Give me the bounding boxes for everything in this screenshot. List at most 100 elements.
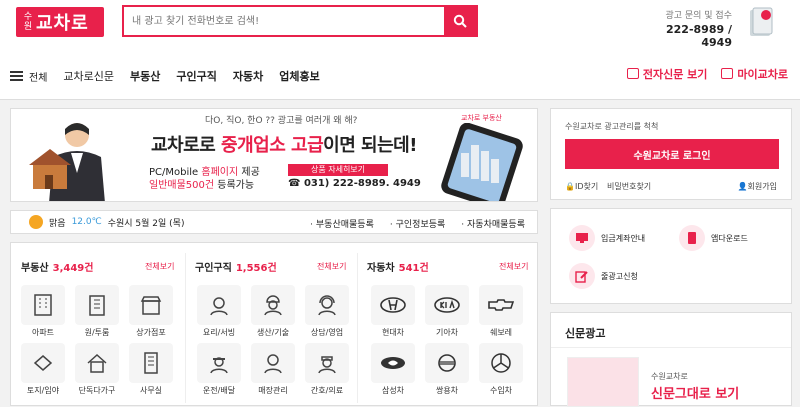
jobs-section: 구인구직 1,556건 전체보기 요리/서빙 생산/기술 상담/영업 운전/배달 … bbox=[185, 243, 357, 407]
banner-question: 다O, 직O, 한O ?? 광고를 여러개 왜 해? bbox=[205, 116, 358, 126]
delivery-tile[interactable] bbox=[197, 343, 241, 383]
tile-label: 생산/기술 bbox=[256, 328, 290, 337]
lock-icon: 🔒 bbox=[565, 182, 575, 191]
tile-label: 사무실 bbox=[139, 386, 163, 395]
nav-cars[interactable]: 자동차 bbox=[233, 68, 263, 84]
benz-logo-icon bbox=[491, 353, 511, 373]
search-button[interactable] bbox=[444, 7, 476, 35]
account-info-link[interactable]: 입금계좌안내 bbox=[569, 225, 645, 251]
logo-text: 교차로 bbox=[36, 13, 89, 34]
store-manager-tile[interactable] bbox=[251, 343, 295, 383]
sales-tile[interactable] bbox=[305, 285, 349, 325]
signup-link[interactable]: 👤회원가입 bbox=[738, 181, 777, 192]
newspaper-thumbnail[interactable] bbox=[567, 357, 639, 407]
my-icon bbox=[721, 68, 734, 79]
realestate-section: 부동산 3,449건 전체보기 아파트 원/투룸 상가점포 토지/임야 단독다가구… bbox=[11, 243, 185, 407]
smartphone-icon bbox=[679, 225, 705, 251]
nurse-tile[interactable] bbox=[305, 343, 349, 383]
logo[interactable]: 수원 교차로 bbox=[16, 7, 104, 37]
main-nav: 전체 교차로신문 부동산 구인구직 자동차 업체홍보 bbox=[0, 66, 320, 86]
weather-temp: 12.0℃ bbox=[71, 217, 102, 227]
office-tile[interactable] bbox=[129, 343, 173, 383]
ssangyong-tile[interactable] bbox=[425, 343, 469, 383]
land-tile[interactable] bbox=[21, 343, 65, 383]
service-box: 입금계좌안내 앱다운로드 줄광고신청 bbox=[550, 208, 792, 304]
my-link[interactable]: 마이교차로 bbox=[721, 66, 788, 82]
newspaper-small-label: 수원교차로 bbox=[651, 372, 688, 381]
newspaper-ad-title: 신문광고 bbox=[565, 327, 606, 340]
nav-newspaper[interactable]: 교차로신문 bbox=[63, 68, 114, 84]
promo-banner[interactable]: 다O, 직O, 한O ?? 광고를 여러개 왜 해? 교차로로 중개업소 고급이… bbox=[10, 108, 538, 202]
divider bbox=[551, 347, 791, 348]
nav-business[interactable]: 업체홍보 bbox=[279, 68, 319, 84]
tile-label: 매장관리 bbox=[258, 386, 288, 395]
register-realestate-link[interactable]: · 부동산매물등록 bbox=[310, 217, 374, 230]
office-icon bbox=[144, 352, 158, 374]
search-box bbox=[122, 5, 478, 37]
tile-label: 기아차 bbox=[435, 328, 459, 337]
oneroom-tile[interactable] bbox=[75, 285, 119, 325]
login-intro: 수원교차로 광고관리를 척척 bbox=[565, 122, 659, 131]
cars-more-link[interactable]: 전체보기 bbox=[499, 261, 528, 272]
headset-icon bbox=[318, 295, 336, 316]
cook-tile[interactable] bbox=[197, 285, 241, 325]
register-job-link[interactable]: · 구인정보등록 bbox=[390, 217, 445, 230]
samsung-logo-icon bbox=[381, 357, 405, 369]
nav-jobs[interactable]: 구인구직 bbox=[176, 68, 216, 84]
login-box: 수원교차로 광고관리를 척척 수원교차로 로그인 🔒ID찾기 비밀번호찾기 👤회… bbox=[550, 108, 792, 200]
chevrolet-tile[interactable] bbox=[479, 285, 523, 325]
ebook-link[interactable]: 전자신문 보기 bbox=[626, 66, 707, 82]
find-id-link[interactable]: 🔒ID찾기 bbox=[565, 181, 598, 192]
house-tile[interactable] bbox=[75, 343, 119, 383]
line-ad-request-link[interactable]: 줄광고신청 bbox=[569, 263, 638, 289]
tile-label: 현대차 bbox=[381, 328, 405, 337]
login-button[interactable]: 수원교차로 로그인 bbox=[565, 139, 779, 169]
samsung-tile[interactable] bbox=[371, 343, 415, 383]
realestate-more-link[interactable]: 전체보기 bbox=[145, 261, 174, 272]
service-label: 앱다운로드 bbox=[711, 233, 748, 243]
jobs-more-link[interactable]: 전체보기 bbox=[317, 261, 346, 272]
ssangyong-logo-icon bbox=[438, 354, 456, 372]
apartment-icon bbox=[34, 294, 52, 316]
all-menu-button[interactable]: 전체 bbox=[10, 69, 47, 84]
tile-label: 원/투룸 bbox=[84, 328, 110, 337]
section-title: 자동차 541건 bbox=[367, 263, 429, 274]
weather-date: 수원시 5월 2일 (목) bbox=[107, 218, 185, 229]
find-password-link[interactable]: 비밀번호찾기 bbox=[607, 181, 651, 192]
monitor-icon bbox=[569, 225, 595, 251]
ebook-icon bbox=[626, 68, 639, 79]
land-icon bbox=[33, 355, 53, 371]
tile-label: 간호/의료 bbox=[310, 386, 344, 395]
banner-detail-button[interactable]: 상품 자세히보기 bbox=[288, 164, 388, 176]
weather-status: 맑음 bbox=[49, 218, 66, 229]
tile-label: 삼성차 bbox=[381, 386, 405, 395]
staff-icon bbox=[264, 354, 282, 374]
kia-tile[interactable] bbox=[425, 285, 469, 325]
book-icon bbox=[750, 7, 773, 36]
weather-bar: 맑음 12.0℃ 수원시 5월 2일 (목) · 부동산매물등록 · 구인정보등… bbox=[10, 210, 538, 234]
hyundai-tile[interactable] bbox=[371, 285, 415, 325]
kia-logo-icon bbox=[434, 297, 460, 313]
hamburger-icon bbox=[10, 71, 23, 81]
banner-brand: 교차로 부동산 bbox=[461, 114, 502, 122]
production-tile[interactable] bbox=[251, 285, 295, 325]
import-tile[interactable] bbox=[479, 343, 523, 383]
store-tile[interactable] bbox=[129, 285, 173, 325]
tile-label: 요리/서빙 bbox=[202, 328, 236, 337]
building-icon bbox=[89, 295, 105, 316]
nav-realestate[interactable]: 부동산 bbox=[130, 68, 160, 84]
register-car-link[interactable]: · 자동차매물등록 bbox=[461, 217, 525, 230]
phone-illustration bbox=[441, 123, 523, 201]
search-input[interactable] bbox=[124, 7, 434, 35]
tile-label: 쉐보레 bbox=[489, 328, 513, 337]
newspaper-view-link[interactable]: 신문그대로 보기 bbox=[651, 383, 739, 402]
newspaper-ad-box: 신문광고 수원교차로 신문그대로 보기 bbox=[550, 312, 792, 407]
all-menu-label: 전체 bbox=[29, 72, 48, 84]
app-download-link[interactable]: 앱다운로드 bbox=[679, 225, 748, 251]
store-icon bbox=[140, 296, 162, 315]
apartment-tile[interactable] bbox=[21, 285, 65, 325]
service-label: 줄광고신청 bbox=[601, 271, 638, 281]
sun-icon bbox=[29, 215, 43, 229]
cars-section: 자동차 541건 전체보기 현대차 기아차 쉐보레 삼성차 쌍용차 수입차 bbox=[357, 243, 539, 407]
agent-illustration bbox=[29, 123, 105, 201]
